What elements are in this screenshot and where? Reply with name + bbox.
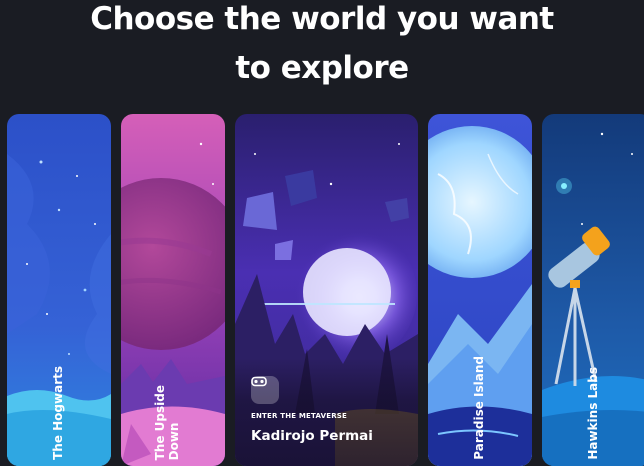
world-card-hawkins-labs[interactable]: Hawkins Labs: [542, 114, 644, 466]
heading-line-2: to explore: [235, 50, 409, 86]
world-card-upside-down[interactable]: The Upside Down: [121, 114, 225, 466]
world-card-label: Paradise Island: [472, 356, 486, 460]
world-card-label: The Hogwarts: [51, 366, 65, 460]
page-heading: Choose the world you want to explore: [0, 0, 644, 92]
card-eyebrow: ENTER THE METAVERSE: [251, 412, 348, 420]
world-card-hogwarts[interactable]: The Hogwarts: [7, 114, 111, 466]
world-card-label: Hawkins Labs: [586, 367, 600, 460]
card-title: Kadirojo Permai: [251, 428, 373, 444]
world-card-kadirojo-permai[interactable]: ENTER THE METAVERSE Kadirojo Permai: [235, 114, 418, 466]
vr-headset-button[interactable]: [251, 376, 279, 404]
world-card-label: The Upside Down: [153, 384, 181, 460]
world-card-paradise-island[interactable]: Paradise Island: [428, 114, 532, 466]
world-cards: The Hogwarts The Upside Down ENTER THE M…: [0, 114, 644, 466]
heading-line-1: Choose the world you want: [90, 1, 554, 37]
